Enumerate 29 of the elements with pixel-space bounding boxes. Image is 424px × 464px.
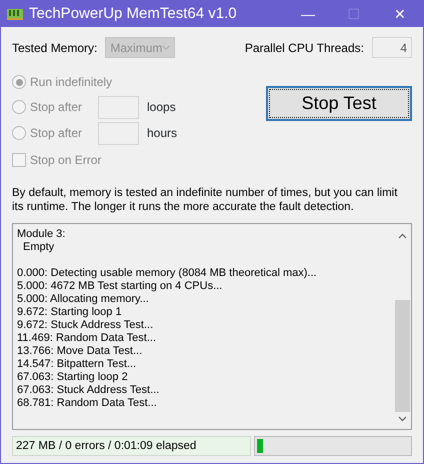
minimize-button[interactable]: — bbox=[285, 1, 331, 27]
log-line: 67.063: Starting loop 2 bbox=[17, 370, 129, 384]
log-line: 5.000: 4672 MB Test starting on 4 CPUs... bbox=[17, 280, 224, 293]
stop-test-button[interactable]: Stop Test bbox=[266, 86, 412, 121]
log-line: 11.469: Random Data Test... bbox=[17, 332, 158, 345]
radio-label: Run indefinitely bbox=[30, 74, 112, 91]
radio-label: Stop after bbox=[30, 99, 84, 116]
log-line: 67.063: Stuck Address Test... bbox=[17, 384, 160, 397]
log-line: 13.766: Move Data Test... bbox=[17, 344, 144, 358]
description-text: By default, memory is tested an indefinite number of times, but you can limit its runtime. The longer it runs the more accurate the fault detection. bbox=[12, 186, 398, 215]
log-line: 68.781: Random Data Test... bbox=[17, 396, 158, 410]
chevron-down-icon bbox=[162, 45, 170, 50]
log-line: 9.672: Starting loop 1 bbox=[17, 306, 123, 319]
threads-label: Parallel CPU Threads: bbox=[244, 40, 364, 56]
checkbox-label: Stop on Error bbox=[30, 152, 102, 169]
log-line: 9.672: Stuck Address Test... bbox=[17, 318, 154, 332]
log-line: 5.000: Allocating memory... bbox=[17, 292, 150, 306]
status-text: 227 MB / 0 errors / 0:01:09 elapsed bbox=[12, 436, 251, 456]
close-button[interactable]: ✕ bbox=[377, 1, 423, 27]
memory-chip-icon bbox=[7, 8, 23, 20]
log-line: Module 3: bbox=[17, 228, 66, 241]
unit-label: loops bbox=[147, 99, 176, 116]
log-line: 0.000: Detecting usable memory (8084 MB theoretical max)... bbox=[17, 266, 318, 280]
unit-label: hours bbox=[147, 125, 178, 142]
tested-memory-label: Tested Memory: bbox=[12, 40, 98, 56]
radio-label: Stop after bbox=[30, 125, 84, 142]
window-title: TechPowerUp MemTest64 v1.0 bbox=[29, 4, 238, 24]
log-line: Empty bbox=[22, 240, 56, 254]
log-line: 14.547: Bitpattern Test... bbox=[17, 358, 138, 371]
